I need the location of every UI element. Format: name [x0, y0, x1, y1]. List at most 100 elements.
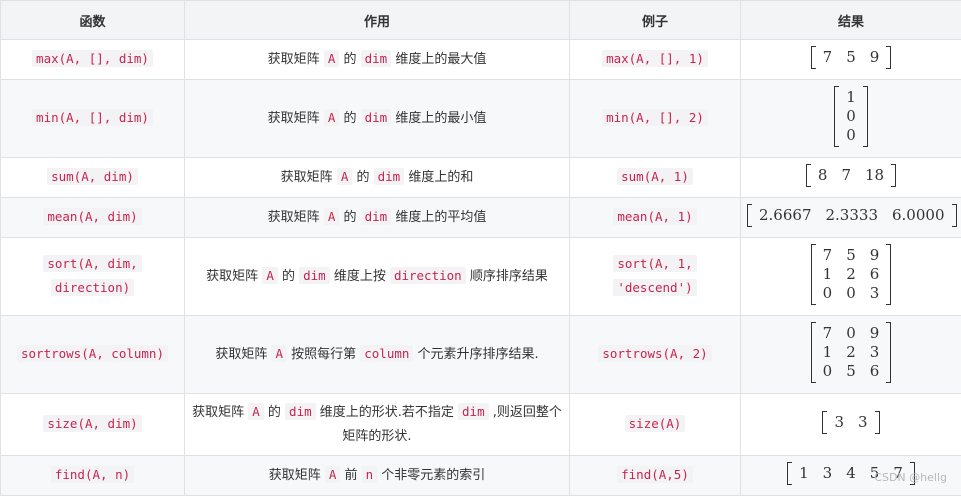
description-cell: 获取矩阵 A 的 dim 维度上的形状.若不指定 dim ,则返回整个 矩阵的形状…: [184, 393, 570, 456]
matrix-right-bracket: [874, 411, 880, 434]
header-result: 结果: [740, 0, 961, 40]
result-matrix: 2.6667 2.3333 6.0000: [747, 204, 957, 227]
description-text: 按照每行第: [286, 346, 361, 362]
result-matrix: 33: [822, 411, 880, 434]
matrix-cell: 2.3333: [825, 206, 879, 224]
result-cell: 709123056: [740, 315, 961, 394]
description-cell: 获取矩阵 A 的 dim 维度上的最小值: [184, 79, 570, 158]
inline-code: A: [323, 49, 340, 67]
result-matrix: 8 7 18: [805, 164, 897, 187]
inline-code: A: [324, 465, 341, 483]
matrix-cell: 3: [822, 464, 833, 482]
inline-code: A: [323, 108, 340, 126]
description-text: 获取矩阵: [268, 467, 325, 483]
function-code: mean(A, dim): [43, 207, 142, 225]
description-text: 获取矩阵: [267, 209, 324, 225]
description-text: 矩阵的形状.: [342, 428, 412, 444]
matrix-cell: 2.6667: [759, 206, 812, 224]
matrix-cell: 2: [846, 265, 856, 283]
description-text: 维度上的平均值: [391, 209, 487, 225]
matrix-cells: 33: [827, 411, 874, 434]
table-body: max(A, [], dim) 获取矩阵 A 的 dim 维度上的最大值 max(A…: [0, 39, 961, 496]
matrix-cell: 6: [869, 265, 880, 283]
matrix-cell: 0: [846, 107, 856, 125]
example-cell: mean(A, 1): [569, 197, 741, 238]
function-cell: max(A, [], dim): [0, 39, 185, 80]
description-text: 获取矩阵: [206, 268, 263, 284]
matrix-cell: 7: [841, 166, 851, 184]
inline-code: column: [360, 344, 414, 362]
table-row: sortrows(A, column) 获取矩阵 A 按照每行第 column 个…: [0, 315, 961, 394]
matrix-right-bracket: [891, 164, 897, 187]
description-text: 获取矩阵: [192, 404, 249, 420]
function-cell: find(A, n): [0, 455, 185, 496]
matrix-cells: 100: [839, 86, 863, 147]
inline-code: A: [248, 402, 264, 420]
matrix-cell: 3: [869, 284, 880, 302]
description-text: 的: [277, 268, 300, 284]
header-purpose: 作用: [184, 0, 570, 40]
matrix-cell: 9: [869, 246, 880, 264]
matrix-cells: 2.6667 2.3333 6.0000: [752, 204, 952, 227]
description-text: 维度上的最大值: [391, 51, 487, 67]
result-matrix: 709123056: [810, 322, 892, 383]
description-cell: 获取矩阵 A 的 dim 维度上按 direction 顺序排序结果: [184, 237, 570, 316]
matrix-cell: 7: [822, 48, 833, 66]
example-code: sortrows(A, 2): [598, 344, 712, 362]
table-row: mean(A, dim) 获取矩阵 A 的 dim 维度上的平均值 mean(A, …: [0, 197, 961, 238]
description-text: ,则返回整个: [488, 404, 562, 420]
function-code: size(A, dim): [43, 414, 142, 432]
table-row: min(A, [], dim) 获取矩阵 A 的 dim 维度上的最小值 min(A…: [0, 79, 961, 158]
matrix-right-bracket: [951, 204, 957, 227]
matrix-cell: 7: [822, 324, 833, 342]
matrix-cell: 7: [822, 246, 833, 264]
description-cell: 获取矩阵 A 的 dim 维度上的和: [184, 157, 570, 198]
matrix-right-bracket: [886, 322, 892, 383]
matrix-cell: 3: [834, 413, 844, 431]
matrix-right-bracket: [886, 46, 892, 69]
matrix-cell: 0: [846, 126, 856, 144]
description-text: 维度上的形状.若不指定: [315, 404, 459, 420]
matrix-cell: 1: [846, 88, 856, 106]
header-function: 函数: [0, 0, 185, 40]
example-code: find(A,5): [617, 465, 693, 483]
matrix-cell: 6: [869, 362, 880, 380]
function-cell: sortrows(A, column): [0, 315, 185, 394]
matrix-cell: 1: [799, 464, 809, 482]
matrix-cells: 8 7 18: [811, 164, 891, 187]
matrix-cell: 1: [822, 265, 833, 283]
inline-code: direction: [389, 266, 466, 284]
matrix-cells: 759: [816, 46, 887, 69]
table-row: sort(A, dim, direction) 获取矩阵 A 的 dim 维度上按 …: [0, 237, 961, 316]
function-cell: sum(A, dim): [0, 157, 185, 198]
description-cell: 获取矩阵 A 的 dim 维度上的最大值: [184, 39, 570, 80]
description-cell: 获取矩阵 A 按照每行第 column 个元素升序排序结果.: [184, 315, 570, 394]
function-code: sum(A, dim): [47, 167, 138, 185]
description-text: 维度上的和: [404, 169, 474, 185]
result-matrix: 100: [834, 86, 868, 147]
description-text: 的: [352, 169, 374, 185]
inline-code: dim: [285, 402, 316, 420]
matrix-cell: 5: [846, 246, 856, 264]
example-cell: size(A): [569, 393, 741, 456]
table-row: sum(A, dim) 获取矩阵 A 的 dim 维度上的和 sum(A, 1) 8 7…: [0, 157, 961, 198]
matrix-cells: 759126003: [816, 244, 887, 305]
description-text: 顺序排序结果: [465, 268, 548, 284]
matrix-cell: 0: [822, 362, 833, 380]
description-text: 的: [339, 51, 361, 67]
matrix-cells: 709123056: [816, 322, 887, 383]
description-text: 维度上按: [329, 268, 390, 284]
description-text: 维度上的最小值: [391, 110, 487, 126]
description-text: 获取矩阵: [267, 110, 324, 126]
matrix-cell: 0: [822, 284, 833, 302]
matrix-cell: 5: [846, 362, 856, 380]
description-text: 的: [339, 110, 361, 126]
description-text: 的: [339, 209, 361, 225]
result-cell: 759126003: [740, 237, 961, 316]
inline-code: A: [336, 167, 353, 185]
matrix-cell: 6.0000: [892, 206, 945, 224]
header-example: 例子: [569, 0, 741, 40]
description-text: 个非零元素的索引: [377, 467, 486, 483]
example-code: size(A): [624, 414, 686, 432]
result-cell: 2.6667 2.3333 6.0000: [740, 197, 961, 238]
